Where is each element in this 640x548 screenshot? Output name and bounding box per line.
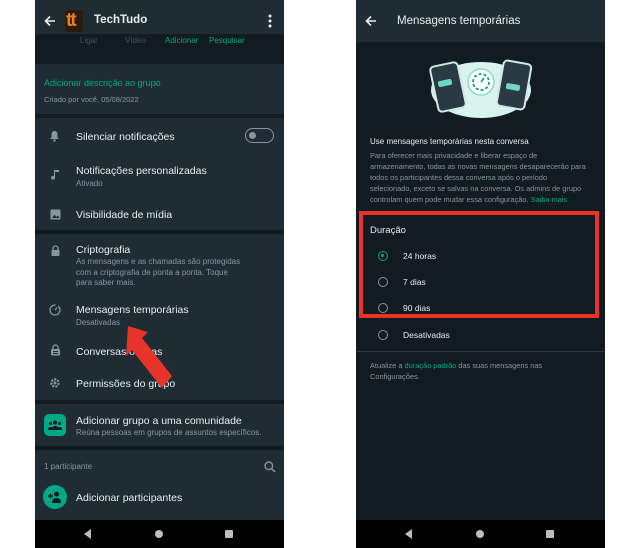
add-description-link[interactable]: Adicionar descrição ao grupo [44,78,161,88]
custom-notifications-status: Ativado [76,179,103,188]
temporary-description: Para oferecer mais privacidade e liberar… [370,150,588,205]
notification-settings-section: Silenciar notificações Notificações pers… [35,118,284,200]
community-icon [44,414,66,436]
nav-back-icon[interactable] [84,529,91,539]
option-off-label: Desativadas [403,330,450,340]
encryption-description: As mensagens e as chamadas são protegida… [76,257,241,287]
search-icon[interactable] [264,461,276,473]
annotation-arrow-icon [126,326,172,388]
created-by-text: Criado por você, 05/08/2022 [44,95,139,104]
learn-more-link[interactable]: Saiba mais [531,195,568,204]
temporary-messages-status: Desativadas [76,318,121,327]
community-row[interactable]: Adicionar grupo a uma comunidade Reúna p… [35,404,284,446]
media-visibility-row[interactable]: Visibilidade de mídia [35,200,284,230]
temporary-messages-title[interactable]: Mensagens temporárias [76,304,189,316]
action-row: Ligar Vídeo Adicionar Pesquisar [35,34,284,62]
participants-section: 1 participante Adicionar participantes [35,450,284,520]
footer-note: Atualize a duração padrão das suas mensa… [370,360,585,382]
music-note-icon [51,170,59,180]
search-action[interactable]: Pesquisar [209,36,245,45]
duration-highlight-box [359,211,599,318]
settings-gear-icon [50,378,60,388]
default-duration-link[interactable]: duração padrão [405,361,457,370]
custom-notifications-title[interactable]: Notificações personalizadas [76,165,207,177]
add-to-community-title: Adicionar grupo a uma comunidade [76,415,242,427]
timer-icon [49,304,61,316]
group-avatar[interactable]: tt [65,10,83,32]
nav-home-icon[interactable] [476,530,484,538]
call-action[interactable]: Ligar [80,36,98,45]
video-action[interactable]: Vídeo [125,36,146,45]
nav-back-icon[interactable] [405,529,412,539]
system-nav-bar [35,520,284,548]
divider [356,351,605,352]
option-off[interactable]: Desativadas [356,323,605,347]
more-options-icon[interactable] [268,14,272,28]
add-participants-label[interactable]: Adicionar participantes [76,492,182,504]
phones-illustration-icon [429,59,533,118]
radio-off[interactable] [378,330,388,340]
use-temporary-label: Use mensagens temporárias nesta conversa [370,137,529,146]
back-arrow-icon[interactable] [365,15,377,27]
screen-title: Mensagens temporárias [397,15,521,27]
add-participant-avatar [43,485,67,509]
add-to-community-sub: Reúna pessoas em grupos de assuntos espe… [76,428,262,437]
lock-icon [51,245,60,256]
group-info-screen: tt TechTudo Ligar Vídeo Adicionar Pesqui… [35,0,284,548]
participants-count: 1 participante [44,462,93,471]
mute-toggle[interactable] [245,128,274,143]
people-icon [48,420,62,430]
description-section: Adicionar descrição ao grupo Criado por … [35,64,284,114]
encryption-title[interactable]: Criptografia [76,244,130,256]
top-app-bar-right: Mensagens temporárias [356,0,605,42]
mute-notifications-label[interactable]: Silenciar notificações [76,131,175,143]
group-name[interactable]: TechTudo [94,14,147,26]
footer-pre: Atualize a [370,361,405,370]
nav-recents-icon[interactable] [546,530,554,538]
add-person-icon [48,491,61,503]
nav-recents-icon[interactable] [225,530,233,538]
techtudo-logo: tt [66,10,77,31]
image-icon [50,209,61,220]
nav-home-icon[interactable] [155,530,163,538]
add-action[interactable]: Adicionar [165,36,198,45]
back-arrow-icon[interactable] [44,15,56,27]
toggle-knob [249,131,256,139]
system-nav-bar [356,520,605,548]
media-visibility-label: Visibilidade de mídia [76,209,173,221]
bell-icon [50,131,59,142]
locked-chat-icon [51,344,60,356]
